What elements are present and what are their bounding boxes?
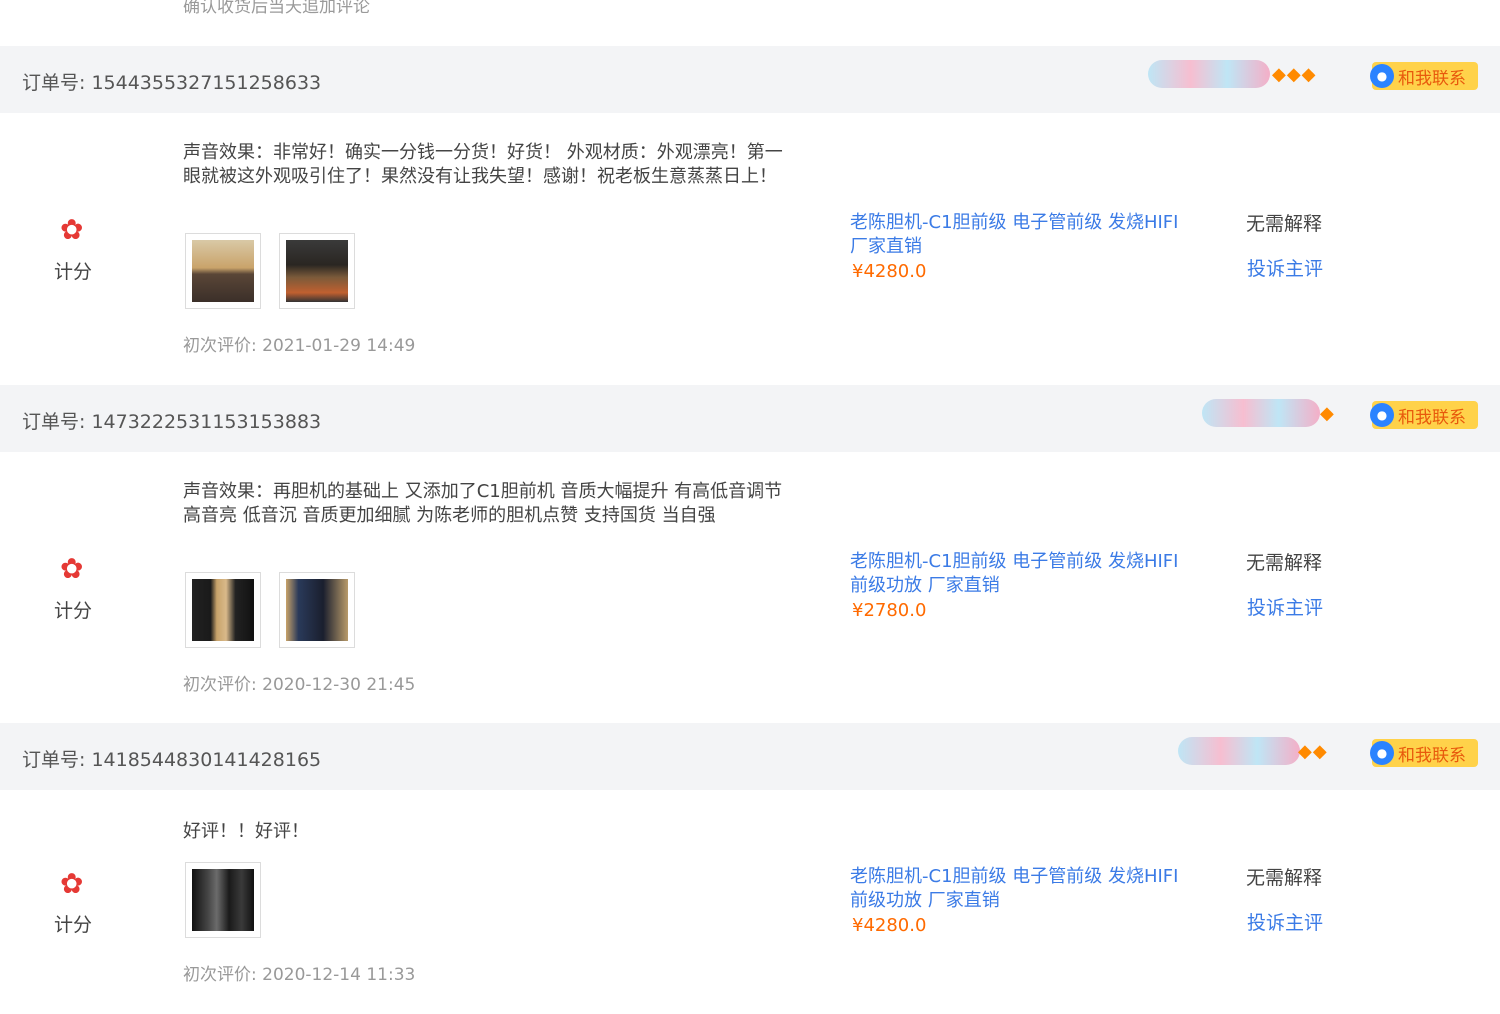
product-link[interactable]: 老陈胆机-C1胆前级 电子管前级 发烧HIFI 前级功放 厂家直销 [850, 550, 1180, 598]
seller-rank-diamond-icon: ◆ [1320, 403, 1335, 424]
review-photo[interactable] [185, 862, 261, 938]
review-time: 初次评价: 2020-12-14 11:33 [183, 965, 416, 985]
review-text: 声音效果：再胆机的基础上 又添加了C1胆前机 音质大幅提升 有高低音调节 高音亮… [183, 481, 783, 526]
review-time: 初次评价: 2021-01-29 14:49 [183, 336, 416, 356]
score-label: 计分 [54, 914, 93, 936]
order-number: 订单号: 1473222531153153883 [22, 411, 322, 433]
seller-name-redacted [1178, 737, 1300, 765]
chat-icon: ● [1370, 403, 1394, 427]
top-note: 确认收货后当天追加评论 [183, 0, 370, 17]
complain-review-link[interactable]: 投诉主评 [1247, 254, 1323, 281]
contact-label: 和我联系 [1398, 68, 1466, 89]
contact-me-button[interactable]: ● 和我联系 [1370, 739, 1478, 767]
score-label: 计分 [54, 261, 93, 283]
review-text: 好评！！好评！ [183, 821, 309, 842]
order-header: 订单号: 1544355327151258633 ◆◆◆ ● 和我联系 [0, 46, 1500, 113]
product-link[interactable]: 老陈胆机-C1胆前级 电子管前级 发烧HIFI 厂家直销 [850, 211, 1180, 259]
contact-label: 和我联系 [1398, 745, 1466, 766]
complain-review-link[interactable]: 投诉主评 [1247, 908, 1323, 935]
order-number: 订单号: 1418544830141428165 [22, 749, 322, 771]
contact-me-button[interactable]: ● 和我联系 [1370, 401, 1478, 429]
contact-label: 和我联系 [1398, 407, 1466, 428]
review-row: ✿ 计分 好评！！好评！ 初次评价: 2020-12-14 11:33 老陈胆机… [0, 790, 1500, 1014]
no-explain-label: 无需解释 [1246, 867, 1323, 889]
review-text: 声音效果：非常好！确实一分钱一分货！好货！ 外观材质：外观漂亮！第一眼就被这外观… [183, 142, 783, 187]
no-explain-label: 无需解释 [1246, 552, 1323, 574]
flower-icon: ✿ [60, 552, 84, 585]
review-row: ✿ 计分 声音效果：再胆机的基础上 又添加了C1胆前机 音质大幅提升 有高低音调… [0, 452, 1500, 723]
review-photo[interactable] [185, 233, 261, 309]
order-header: 订单号: 1418544830141428165 ◆◆ ● 和我联系 [0, 723, 1500, 790]
flower-icon: ✿ [60, 867, 84, 900]
review-photo[interactable] [279, 233, 355, 309]
product-price: ¥4280.0 [852, 261, 927, 282]
product-link[interactable]: 老陈胆机-C1胆前级 电子管前级 发烧HIFI 前级功放 厂家直销 [850, 865, 1180, 913]
review-row: ✿ 计分 声音效果：非常好！确实一分钱一分货！好货！ 外观材质：外观漂亮！第一眼… [0, 113, 1500, 385]
review-photo[interactable] [185, 572, 261, 648]
review-photo[interactable] [279, 572, 355, 648]
no-explain-label: 无需解释 [1246, 213, 1323, 235]
chat-icon: ● [1370, 741, 1394, 765]
review-time: 初次评价: 2020-12-30 21:45 [183, 675, 416, 695]
contact-me-button[interactable]: ● 和我联系 [1370, 62, 1478, 90]
order-header: 订单号: 1473222531153153883 ◆ ● 和我联系 [0, 385, 1500, 452]
flower-icon: ✿ [60, 213, 84, 246]
complain-review-link[interactable]: 投诉主评 [1247, 593, 1323, 620]
seller-name-redacted [1202, 399, 1320, 427]
product-price: ¥4280.0 [852, 915, 927, 936]
score-label: 计分 [54, 600, 93, 622]
seller-rank-diamond-icon: ◆◆◆ [1272, 64, 1317, 85]
chat-icon: ● [1370, 64, 1394, 88]
product-price: ¥2780.0 [852, 600, 927, 621]
seller-rank-diamond-icon: ◆◆ [1298, 741, 1328, 762]
order-number: 订单号: 1544355327151258633 [22, 72, 322, 94]
seller-name-redacted [1148, 60, 1270, 88]
